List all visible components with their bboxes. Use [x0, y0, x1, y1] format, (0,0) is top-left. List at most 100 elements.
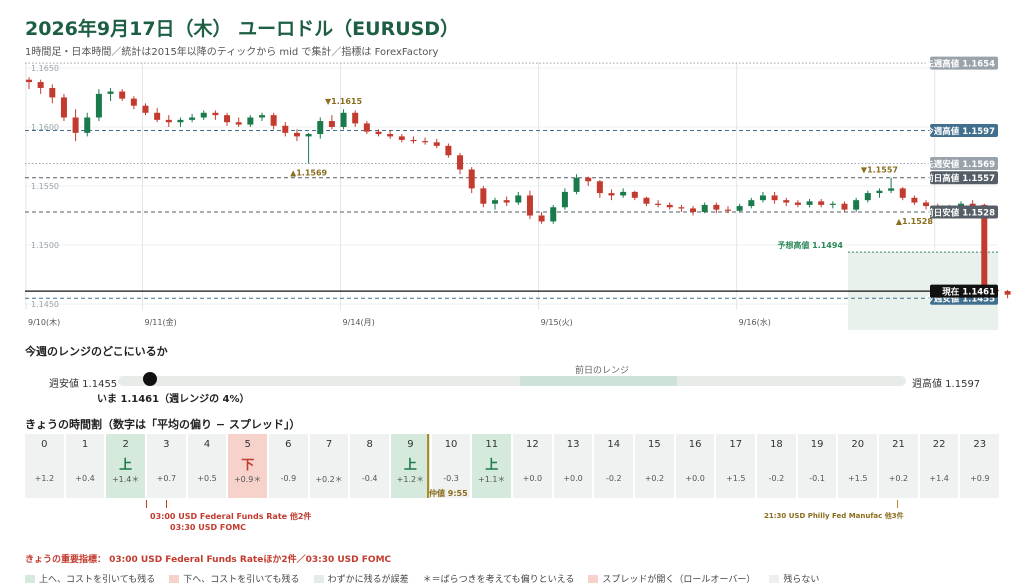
candle-body — [142, 105, 149, 113]
candle-body — [328, 121, 335, 127]
hour-value: +0.0 — [685, 474, 705, 483]
event-1-line-1: 03:00 USD Federal Funds Rate 他2件 — [150, 512, 312, 521]
extreme-annotation: ▲1.1569 — [290, 169, 327, 178]
candle-body — [177, 119, 184, 123]
x-day-label: 9/10(木) — [28, 317, 60, 327]
candle-body — [864, 193, 871, 201]
candle-body — [235, 122, 242, 125]
legend-item: 上へ、コストを引いても残る — [25, 572, 155, 585]
hour-number: 16 — [688, 439, 702, 450]
hour-cell-11: 11 上 +1.1＊ — [472, 434, 512, 498]
hour-value: -0.4 — [361, 474, 378, 483]
hour-cell-13: 13 +0.0 — [553, 434, 593, 498]
candle-body — [631, 191, 638, 198]
hour-value: +1.2＊ — [396, 475, 425, 484]
hour-cell-16: 16 +0.0 — [675, 434, 715, 498]
hour-value: +0.2＊ — [315, 475, 343, 484]
hour-value: +1.5 — [726, 474, 746, 483]
hour-cell-8: 8 -0.4 — [350, 434, 390, 498]
important-indicators: きょうの重要指標： 03:00 USD Federal Funds Rateほか… — [25, 555, 392, 565]
candle-body — [212, 112, 219, 116]
candle-body — [293, 132, 300, 137]
reference-tag-label: 先週高値 1.1654 — [925, 59, 995, 70]
hour-cell-17: 17 +1.5 — [716, 434, 756, 498]
legend-item: 下へ、コストを引いても残る — [169, 572, 300, 585]
candle-body — [457, 155, 464, 170]
candle-body — [818, 201, 825, 205]
candle-body — [468, 169, 475, 189]
hour-number: 8 — [366, 439, 373, 450]
candle-body — [561, 191, 568, 208]
candle-body — [550, 207, 557, 222]
candle-body — [655, 203, 662, 205]
candle-body — [841, 203, 848, 210]
hour-signal: 上 — [485, 458, 499, 473]
hour-value: +0.9＊ — [233, 475, 262, 484]
hour-number: 23 — [973, 439, 987, 450]
candle-body — [748, 200, 755, 207]
candle-body — [1004, 291, 1011, 295]
hour-number: 0 — [41, 439, 48, 450]
candle-body — [200, 112, 207, 118]
hour-number: 17 — [729, 439, 743, 450]
candle-body — [829, 203, 836, 205]
prev-day-range-band — [519, 376, 678, 386]
hour-value: +0.5 — [197, 474, 217, 483]
candle-body — [165, 119, 172, 123]
candle-body — [608, 193, 615, 196]
hour-number: 12 — [526, 439, 539, 450]
candle-body — [585, 177, 592, 182]
hour-number: 6 — [285, 439, 292, 450]
hour-number: 5 — [244, 439, 251, 450]
candle-body — [72, 117, 79, 133]
extreme-annotation: ▼1.1557 — [861, 166, 898, 175]
y-tick-label: 1.1450 — [31, 300, 59, 309]
event-tick-1 — [146, 500, 147, 508]
candle-body — [573, 177, 580, 192]
week-range-track — [118, 376, 906, 386]
candle-body — [26, 79, 32, 83]
candle-body — [526, 195, 533, 216]
hour-value: +1.2 — [34, 474, 55, 483]
hour-number: 15 — [648, 439, 661, 450]
candle-body — [736, 206, 743, 211]
candle-body — [398, 136, 405, 140]
candle-body — [95, 93, 102, 118]
hour-value: +0.9 — [970, 474, 990, 483]
candle-body — [888, 188, 895, 191]
candle-body — [363, 123, 370, 132]
x-day-label: 9/16(水) — [739, 317, 771, 327]
hour-cell-5: 5 下 +0.9＊ — [228, 434, 268, 498]
hour-cell-2: 2 上 +1.4＊ — [106, 434, 146, 498]
legend-swatch — [25, 574, 35, 583]
event-2: 21:30 USD Philly Fed Manufac 他3件 — [764, 512, 904, 520]
candle-body — [410, 139, 417, 142]
candle-body — [37, 82, 44, 88]
candle-body — [317, 121, 324, 135]
x-day-label: 9/15(火) — [541, 318, 573, 327]
reference-tag-label: 前日安値 1.1528 — [925, 207, 995, 218]
candle-body — [690, 208, 697, 212]
hour-cell-6: 6 -0.9 — [269, 434, 308, 498]
candle-body — [49, 87, 56, 98]
legend-swatch — [769, 574, 780, 583]
hour-cell-15: 15 +0.2 — [635, 434, 674, 498]
hour-number: 10 — [444, 439, 458, 450]
legend-item: スプレッドが開く（ロールオーバー） — [588, 572, 755, 585]
legend-label: スプレッドが開く（ロールオーバー） — [602, 575, 756, 585]
candle-body — [911, 197, 918, 203]
event-1-line-2: 03:30 USD FOMC — [170, 523, 247, 532]
reference-tag-label: 現在 1.1461 — [942, 287, 995, 298]
candle-body — [445, 145, 452, 156]
candle-body — [515, 195, 522, 203]
legend-label: ＊＝ばらつきを考えても偏りといえる — [422, 575, 575, 585]
candle-body — [247, 117, 254, 125]
hour-cell-18: 18 -0.2 — [757, 434, 796, 498]
hour-cell-20: 20 +1.5 — [838, 434, 878, 498]
legend-label: 上へ、コストを引いても残る — [39, 575, 156, 585]
candle-body — [899, 188, 906, 198]
hour-number: 11 — [485, 439, 499, 450]
hour-value: -0.2 — [768, 474, 785, 483]
hour-number: 21 — [892, 439, 905, 450]
reference-tag-label: 今週高値 1.1597 — [924, 126, 995, 137]
